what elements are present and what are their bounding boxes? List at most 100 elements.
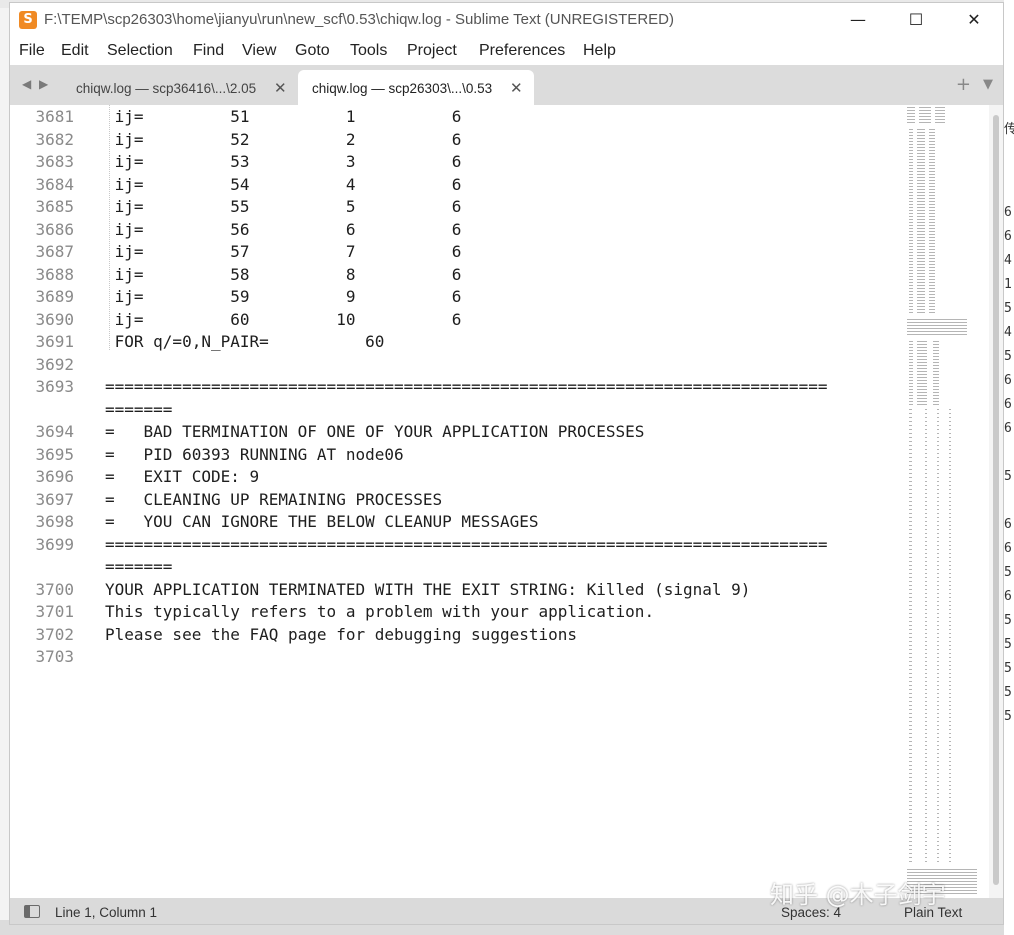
tab-prev-icon[interactable]: ◀ — [22, 77, 31, 91]
scrollbar-thumb[interactable] — [993, 115, 999, 885]
minimap-line — [937, 645, 939, 646]
minimap-line — [917, 177, 925, 178]
vertical-scrollbar[interactable] — [989, 105, 1003, 898]
minimap-line — [917, 156, 925, 157]
menu-file[interactable]: File — [19, 42, 45, 60]
code-line[interactable]: ij= 54 4 6 — [105, 175, 462, 194]
code-line[interactable]: = BAD TERMINATION OF ONE OF YOUR APPLICA… — [105, 422, 644, 441]
code-line[interactable]: ========================================… — [105, 535, 827, 554]
minimap-line — [925, 565, 927, 566]
menu-view[interactable]: View — [242, 42, 276, 60]
minimap-line — [909, 465, 912, 466]
code-line[interactable]: FOR q/=0,N_PAIR= 60 — [105, 332, 385, 351]
minimap-line — [917, 144, 925, 145]
new-tab-icon[interactable]: + — [956, 74, 971, 95]
code-line[interactable]: ij= 60 10 6 — [105, 310, 462, 329]
code-line[interactable]: ij= 53 3 6 — [105, 152, 462, 171]
code-line[interactable]: Please see the FAQ page for debugging su… — [105, 625, 577, 644]
minimap-line — [925, 673, 927, 674]
code-line[interactable]: ij= 55 5 6 — [105, 197, 462, 216]
minimap-line — [909, 417, 912, 418]
code-line[interactable]: ij= 57 7 6 — [105, 242, 462, 261]
minimap-line — [909, 597, 912, 598]
minimap-line — [937, 717, 939, 718]
minimap-line — [937, 625, 939, 626]
minimap-line — [917, 383, 927, 384]
minimap-line — [917, 246, 925, 247]
code-line[interactable]: ij= 52 2 6 — [105, 130, 462, 149]
minimap-line — [929, 183, 935, 184]
background-text-fragment: 5: — [1004, 661, 1014, 676]
minimap-line — [937, 745, 939, 746]
minimap-line — [949, 429, 951, 430]
menu-tools[interactable]: Tools — [350, 42, 387, 60]
menu-goto[interactable]: Goto — [295, 42, 330, 60]
minimap-line — [937, 669, 939, 670]
minimap-line — [925, 701, 927, 702]
tab-chiqw-2-05[interactable]: chiqw.log — scp36416\...\2.05 ✕ — [62, 70, 298, 105]
cursor-position[interactable]: Line 1, Column 1 — [55, 905, 157, 920]
minimap-line — [949, 773, 951, 774]
minimap-line — [925, 633, 927, 634]
minimap-line — [949, 669, 951, 670]
menu-find[interactable]: Find — [193, 42, 224, 60]
menu-project[interactable]: Project — [407, 42, 457, 60]
code-line[interactable]: ij= 56 6 6 — [105, 220, 462, 239]
title-bar[interactable]: S F:\TEMP\scp26303\home\jianyu\run\new_s… — [10, 3, 1003, 37]
close-button[interactable]: ✕ — [945, 3, 1003, 37]
code-line[interactable]: This typically refers to a problem with … — [105, 602, 654, 621]
minimap-line — [917, 150, 925, 151]
tab-close-icon[interactable]: ✕ — [510, 79, 523, 97]
line-number: 3684 — [35, 174, 74, 194]
minimap-line — [917, 312, 925, 313]
minimize-button[interactable]: — — [829, 3, 887, 37]
menu-help[interactable]: Help — [583, 42, 616, 60]
menu-preferences[interactable]: Preferences — [479, 42, 565, 60]
code-line[interactable]: ij= 59 9 6 — [105, 287, 462, 306]
text-editor[interactable]: 3681 3682 3683 3684 3685 3686 3687 3688 3689 3690… — [10, 105, 897, 898]
minimap-line — [937, 469, 939, 470]
minimap-line — [909, 374, 913, 375]
code-line[interactable]: YOUR APPLICATION TERMINATED WITH THE EXI… — [105, 580, 750, 599]
minimap-line — [949, 641, 951, 642]
code-line[interactable]: = EXIT CODE: 9 — [105, 467, 259, 486]
minimap-line — [937, 801, 939, 802]
minimap-line — [937, 541, 939, 542]
minimap-line — [925, 537, 927, 538]
minimap-line — [937, 521, 939, 522]
code-line[interactable]: = YOU CAN IGNORE THE BELOW CLEANUP MESSA… — [105, 512, 538, 531]
minimap-line — [937, 861, 939, 862]
code-line[interactable]: ========================================… — [105, 377, 827, 396]
code-line[interactable]: ij= 51 1 6 — [105, 107, 462, 126]
sidebar-toggle-icon[interactable] — [24, 905, 40, 918]
minimap-line — [929, 234, 935, 235]
sublime-window: S F:\TEMP\scp26303\home\jianyu\run\new_s… — [9, 2, 1004, 925]
code-line[interactable]: = CLEANING UP REMAINING PROCESSES — [105, 490, 442, 509]
minimap-line — [909, 398, 913, 399]
minimap-line — [929, 150, 935, 151]
minimap-line — [907, 331, 967, 332]
minimap-line — [937, 501, 939, 502]
tab-menu-icon[interactable]: ▼ — [983, 77, 993, 92]
minimap-line — [949, 817, 951, 818]
minimap-line — [909, 681, 912, 682]
minimap-line — [937, 457, 939, 458]
minimap-line — [949, 749, 951, 750]
code-line[interactable]: = PID 60393 RUNNING AT node06 — [105, 445, 404, 464]
minimap-line — [929, 264, 935, 265]
menu-selection[interactable]: Selection — [107, 42, 173, 60]
minimap[interactable] — [897, 105, 989, 898]
minimap-line — [929, 198, 935, 199]
minimap-line — [925, 501, 927, 502]
maximize-button[interactable]: ☐ — [887, 3, 945, 37]
code-line[interactable]: ij= 58 8 6 — [105, 265, 462, 284]
tab-next-icon[interactable]: ▶ — [39, 77, 48, 91]
code-line[interactable]: ======= — [105, 557, 172, 576]
tab-chiqw-0-53[interactable]: chiqw.log — scp26303\...\0.53 ✕ — [298, 70, 534, 105]
code-line[interactable]: ======= — [105, 400, 172, 419]
tab-close-icon[interactable]: ✕ — [274, 79, 287, 97]
minimap-line — [925, 617, 927, 618]
minimap-line — [907, 110, 915, 111]
minimap-line — [937, 453, 939, 454]
menu-edit[interactable]: Edit — [61, 42, 89, 60]
